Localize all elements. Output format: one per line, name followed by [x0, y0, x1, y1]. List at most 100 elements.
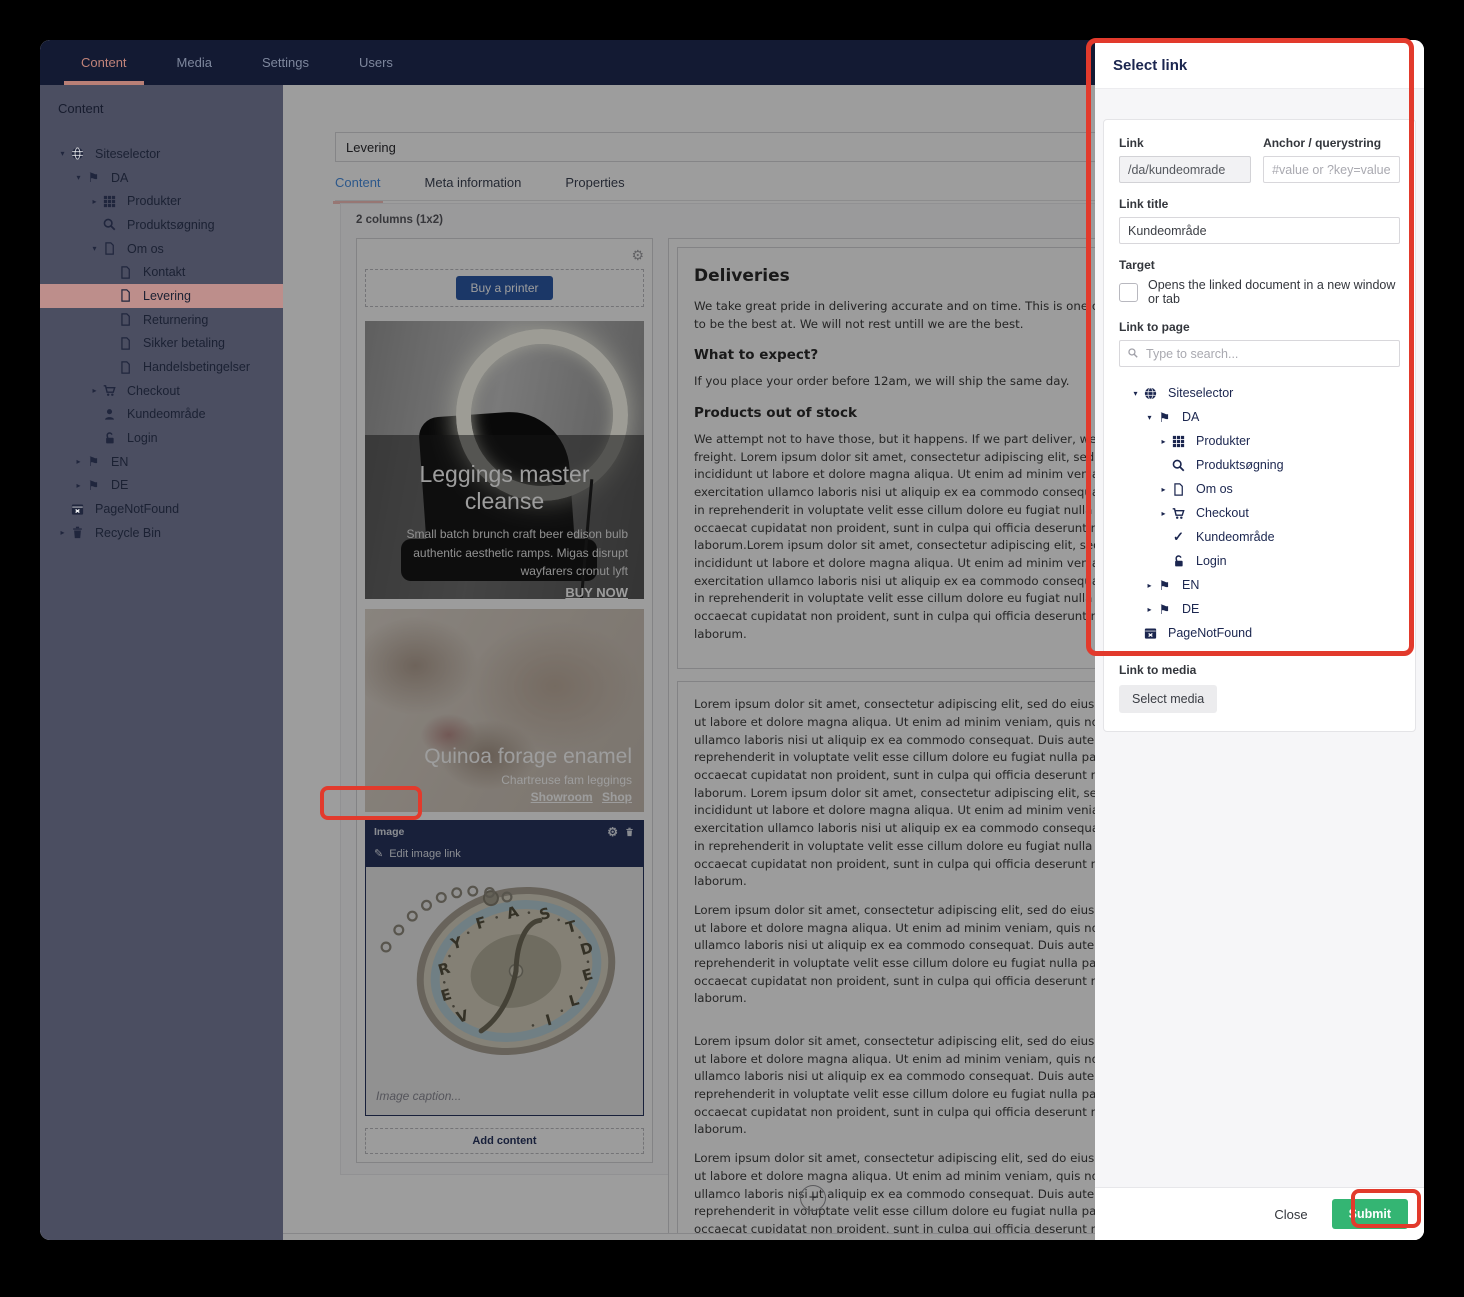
new-window-checkbox-label: Opens the linked document in a new windo… — [1148, 278, 1400, 306]
select-link-dialog: Select link Link Anchor / querystring Li… — [1095, 40, 1424, 1240]
lock-icon — [1170, 554, 1187, 569]
dialog-tree-item-produkter[interactable]: ▸Produkter — [1119, 429, 1400, 453]
flag-icon: ⚑ — [1156, 578, 1173, 593]
doc-icon — [117, 265, 134, 280]
link-page-tree: ▾Siteselector▾⚑DA▸ProdukterProduktsøgnin… — [1119, 381, 1400, 645]
sidebar-tree-item-login[interactable]: Login — [40, 426, 283, 450]
sidebar-tree-item-produkter[interactable]: ▸Produkter — [40, 189, 283, 213]
sidebar-tree-item-recycle-bin[interactable]: ▸Recycle Bin — [40, 521, 283, 545]
caret-down-icon[interactable]: ▾ — [72, 173, 85, 182]
doc-icon — [117, 336, 134, 351]
nav-tab-settings[interactable]: Settings — [237, 40, 334, 85]
link-to-media-label: Link to media — [1119, 663, 1400, 677]
content-tree: ▾Siteselector▾⚑DA▸ProdukterProduktsøgnin… — [40, 142, 283, 545]
sidebar-section-title: Content — [40, 85, 283, 142]
sidebar-tree-item-en[interactable]: ▸⚑EN — [40, 450, 283, 474]
dialog-footer: Close Submit — [1095, 1187, 1424, 1240]
dialog-tree-item-siteselector[interactable]: ▾Siteselector — [1119, 381, 1400, 405]
search-icon — [101, 217, 118, 232]
trash-icon — [69, 525, 86, 540]
doc-icon — [1170, 482, 1187, 497]
sidebar-tree-item-levering[interactable]: Levering — [40, 284, 283, 308]
check-icon: ✓ — [1170, 530, 1187, 545]
close-button[interactable]: Close — [1274, 1207, 1307, 1222]
flag-icon: ⚑ — [85, 454, 102, 469]
nav-tab-content[interactable]: Content — [56, 40, 152, 85]
doc-icon — [101, 241, 118, 256]
app-window: ContentMediaSettingsUsers Content ▾Sites… — [40, 40, 1424, 1240]
dialog-tree-item-pagenotfound[interactable]: PageNotFound — [1119, 621, 1400, 645]
caret-down-icon[interactable]: ▾ — [56, 149, 69, 158]
caret-down-icon[interactable]: ▾ — [1129, 389, 1142, 398]
link-title-label: Link title — [1119, 197, 1400, 211]
sidebar-tree-item-da[interactable]: ▾⚑DA — [40, 166, 283, 190]
sidebar-tree-item-siteselector[interactable]: ▾Siteselector — [40, 142, 283, 166]
caret-right-icon[interactable]: ▸ — [1157, 437, 1170, 446]
caret-down-icon[interactable]: ▾ — [1143, 413, 1156, 422]
page-search-input[interactable] — [1119, 340, 1400, 367]
dialog-tree-item-de[interactable]: ▸⚑DE — [1119, 597, 1400, 621]
caret-right-icon[interactable]: ▸ — [1143, 581, 1156, 590]
sidebar-tree-item-checkout[interactable]: ▸Checkout — [40, 379, 283, 403]
link-form-card: Link Anchor / querystring Link title Tar… — [1103, 119, 1416, 732]
flag-icon: ⚑ — [1156, 410, 1173, 425]
select-media-button[interactable]: Select media — [1119, 685, 1217, 713]
anchor-label: Anchor / querystring — [1263, 136, 1400, 150]
search-icon — [1170, 458, 1187, 473]
dialog-tree-item-login[interactable]: Login — [1119, 549, 1400, 573]
caret-right-icon[interactable]: ▸ — [88, 197, 101, 206]
caret-right-icon[interactable]: ▸ — [72, 457, 85, 466]
caret-right-icon[interactable]: ▸ — [88, 386, 101, 395]
dialog-tree-item-en[interactable]: ▸⚑EN — [1119, 573, 1400, 597]
caret-right-icon[interactable]: ▸ — [72, 481, 85, 490]
dialog-tree-item-checkout[interactable]: ▸Checkout — [1119, 501, 1400, 525]
sidebar-tree-item-produkts-gning[interactable]: Produktsøgning — [40, 213, 283, 237]
flag-icon: ⚑ — [85, 170, 102, 185]
dialog-tree-item-om-os[interactable]: ▸Om os — [1119, 477, 1400, 501]
cart-icon — [101, 383, 118, 398]
link-to-page-label: Link to page — [1119, 320, 1400, 334]
pagenotfound-icon — [1142, 626, 1159, 641]
link-title-input[interactable] — [1119, 217, 1400, 244]
lock-icon — [101, 431, 118, 446]
caret-right-icon[interactable]: ▸ — [1143, 605, 1156, 614]
flag-icon: ⚑ — [1156, 602, 1173, 617]
dialog-title: Select link — [1095, 40, 1424, 89]
doc-icon — [117, 312, 134, 327]
sidebar: Content ▾Siteselector▾⚑DA▸ProdukterProdu… — [40, 85, 283, 1240]
search-icon — [1127, 347, 1139, 359]
cart-icon — [1170, 506, 1187, 521]
anchor-input[interactable] — [1263, 156, 1400, 183]
grid-icon — [101, 194, 118, 209]
caret-right-icon[interactable]: ▸ — [1157, 509, 1170, 518]
doc-icon — [117, 360, 134, 375]
sidebar-tree-item-kontakt[interactable]: Kontakt — [40, 260, 283, 284]
new-window-checkbox[interactable] — [1119, 283, 1138, 302]
caret-right-icon[interactable]: ▸ — [1157, 485, 1170, 494]
flag-icon: ⚑ — [85, 478, 102, 493]
globe-icon — [1142, 386, 1159, 401]
sidebar-tree-item-kundeomr-de[interactable]: Kundeområde — [40, 403, 283, 427]
dialog-tree-item-da[interactable]: ▾⚑DA — [1119, 405, 1400, 429]
target-label: Target — [1119, 258, 1400, 272]
sidebar-tree-item-sikker-betaling[interactable]: Sikker betaling — [40, 332, 283, 356]
caret-right-icon[interactable]: ▸ — [56, 528, 69, 537]
sidebar-tree-item-handelsbetingelser[interactable]: Handelsbetingelser — [40, 355, 283, 379]
dialog-tree-item-kundeomr-de[interactable]: ✓Kundeområde — [1119, 525, 1400, 549]
sidebar-tree-item-de[interactable]: ▸⚑DE — [40, 474, 283, 498]
nav-tab-media[interactable]: Media — [152, 40, 237, 85]
submit-button[interactable]: Submit — [1332, 1199, 1408, 1229]
sidebar-tree-item-returnering[interactable]: Returnering — [40, 308, 283, 332]
user-icon — [101, 407, 118, 422]
caret-down-icon[interactable]: ▾ — [88, 244, 101, 253]
sidebar-tree-item-pagenotfound[interactable]: PageNotFound — [40, 497, 283, 521]
sidebar-tree-item-om-os[interactable]: ▾Om os — [40, 237, 283, 261]
link-label: Link — [1119, 136, 1251, 150]
link-url-input[interactable] — [1119, 156, 1251, 183]
globe-icon — [69, 146, 86, 161]
nav-tab-users[interactable]: Users — [334, 40, 418, 85]
dialog-tree-item-produkts-gning[interactable]: Produktsøgning — [1119, 453, 1400, 477]
doc-icon — [117, 288, 134, 303]
grid-icon — [1170, 434, 1187, 449]
pagenotfound-icon — [69, 502, 86, 517]
